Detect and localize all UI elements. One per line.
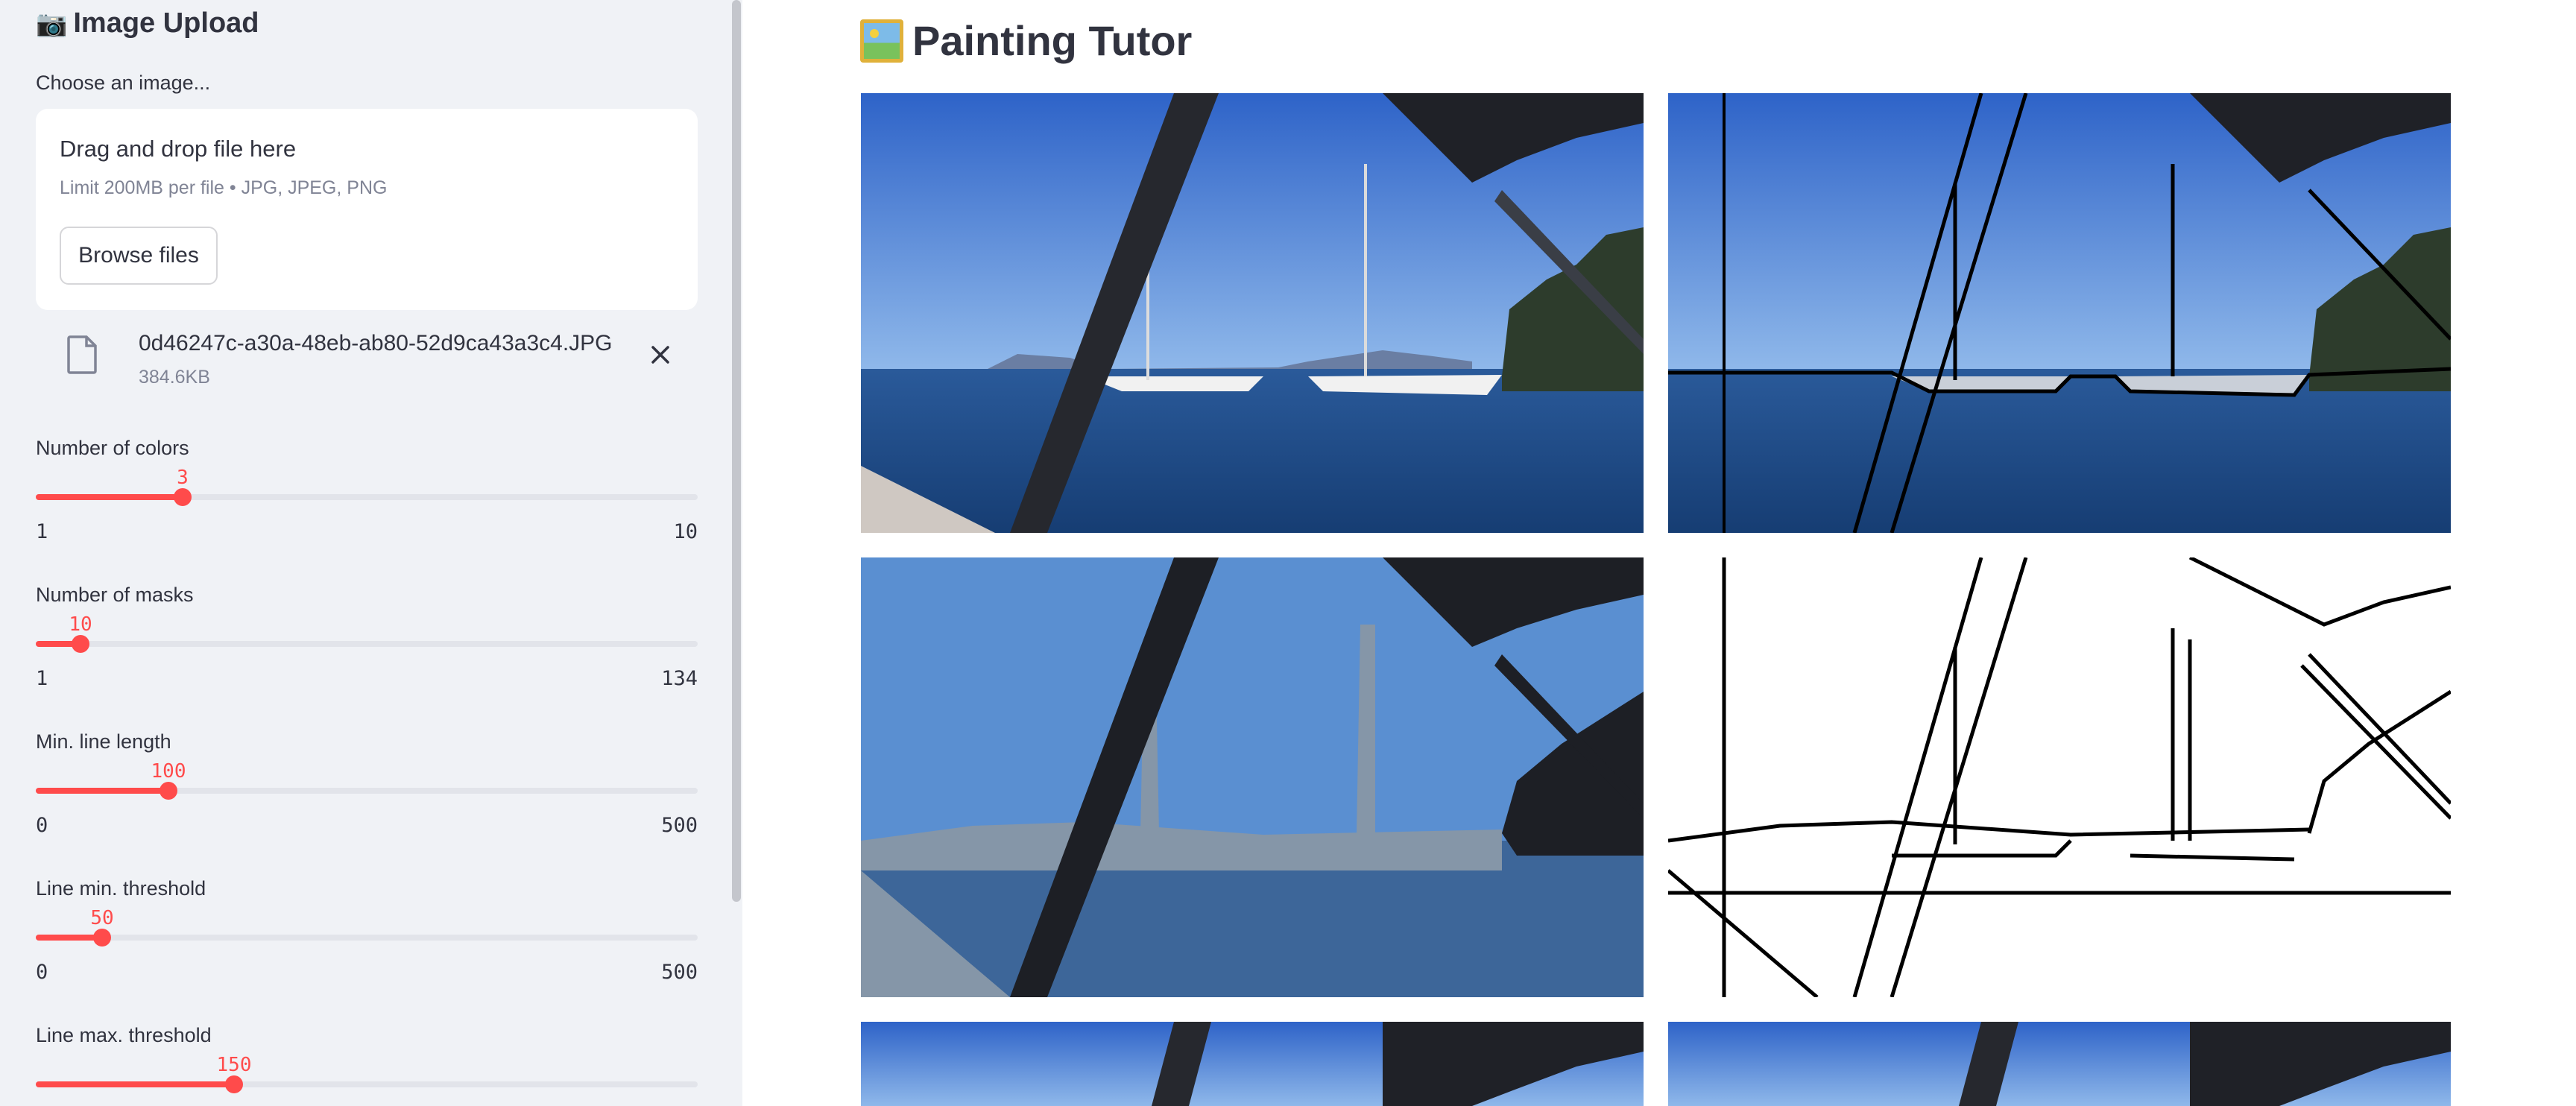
slider-fill <box>36 494 183 500</box>
dropzone-title: Drag and drop file here <box>60 136 297 162</box>
file-size: 384.6KB <box>139 367 210 388</box>
camera-icon: 📷 <box>36 9 68 38</box>
slider-number-of-masks[interactable]: Number of masks 10 1 134 <box>36 584 698 715</box>
original-photo <box>861 93 1644 533</box>
slider-line-min-threshold[interactable]: Line min. threshold 50 0 500 <box>36 877 698 1008</box>
slider-value: 100 <box>151 760 186 783</box>
file-name: 0d46247c-a30a-48eb-ab80-52d9ca43a3c4.JPG <box>139 331 613 356</box>
app: 📷 Image Upload Choose an image... Drag a… <box>0 0 2576 1106</box>
slider-thumb[interactable] <box>174 488 192 506</box>
original-photo-2 <box>861 1022 1644 1106</box>
slider-thumb[interactable] <box>225 1075 243 1093</box>
sidebar-scrollbar[interactable] <box>732 0 741 902</box>
main-content: Painting Tutor <box>742 0 2576 1106</box>
upload-label: Choose an image... <box>36 72 211 94</box>
slider-max: 500 <box>661 814 698 837</box>
slider-max: 500 <box>661 961 698 984</box>
sidebar-title: Image Upload <box>73 7 259 39</box>
slider-track[interactable] <box>36 641 698 647</box>
slider-fill <box>36 1081 234 1087</box>
framed-picture-icon <box>860 19 903 63</box>
browse-files-button[interactable]: Browse files <box>60 227 218 285</box>
slider-thumb[interactable] <box>160 782 177 800</box>
original-photo-3 <box>1668 1022 2451 1106</box>
slider-fill <box>36 935 102 941</box>
slider-max: 10 <box>673 520 698 543</box>
slider-min-line-length[interactable]: Min. line length 100 0 500 <box>36 730 698 862</box>
slider-track[interactable] <box>36 935 698 941</box>
slider-value: 150 <box>216 1054 252 1076</box>
original-image-2 <box>861 1022 1644 1106</box>
page-title: Painting Tutor <box>860 16 1192 65</box>
slider-value: 10 <box>69 613 92 636</box>
slider-min: 0 <box>36 814 48 837</box>
slider-label: Line min. threshold <box>36 877 206 900</box>
color-quantized-photo <box>861 557 1644 997</box>
page-title-text: Painting Tutor <box>912 17 1193 64</box>
close-icon[interactable] <box>647 341 674 368</box>
sidebar: 📷 Image Upload Choose an image... Drag a… <box>0 0 742 1106</box>
blurred-outline-photo <box>1668 93 2451 533</box>
line-drawing-image <box>1668 557 2451 997</box>
slider-min: 1 <box>36 667 48 690</box>
slider-label: Number of colors <box>36 437 189 459</box>
uploaded-file: 0d46247c-a30a-48eb-ab80-52d9ca43a3c4.JPG… <box>36 320 698 395</box>
slider-line-max-threshold[interactable]: Line max. threshold 150 0 500 <box>36 1024 698 1106</box>
slider-thumb[interactable] <box>93 929 111 947</box>
slider-min: 1 <box>36 520 48 543</box>
slider-value: 3 <box>177 467 189 489</box>
dropzone-limit: Limit 200MB per file • JPG, JPEG, PNG <box>60 177 388 198</box>
sidebar-header: 📷 Image Upload <box>36 7 259 40</box>
slider-min: 0 <box>36 961 48 984</box>
original-image <box>861 93 1644 533</box>
slider-label: Min. line length <box>36 730 171 753</box>
outlined-image <box>1668 93 2451 533</box>
slider-value: 50 <box>90 907 114 929</box>
slider-fill <box>36 788 168 794</box>
slider-label: Line max. threshold <box>36 1024 212 1046</box>
file-icon <box>67 335 97 374</box>
slider-thumb[interactable] <box>72 635 89 653</box>
original-image-3 <box>1668 1022 2451 1106</box>
line-drawing <box>1668 557 2451 997</box>
quantized-image <box>861 557 1644 997</box>
slider-max: 134 <box>661 667 698 690</box>
slider-number-of-colors[interactable]: Number of colors 3 1 10 <box>36 437 698 568</box>
slider-label: Number of masks <box>36 584 194 606</box>
file-dropzone[interactable]: Drag and drop file here Limit 200MB per … <box>36 109 698 310</box>
